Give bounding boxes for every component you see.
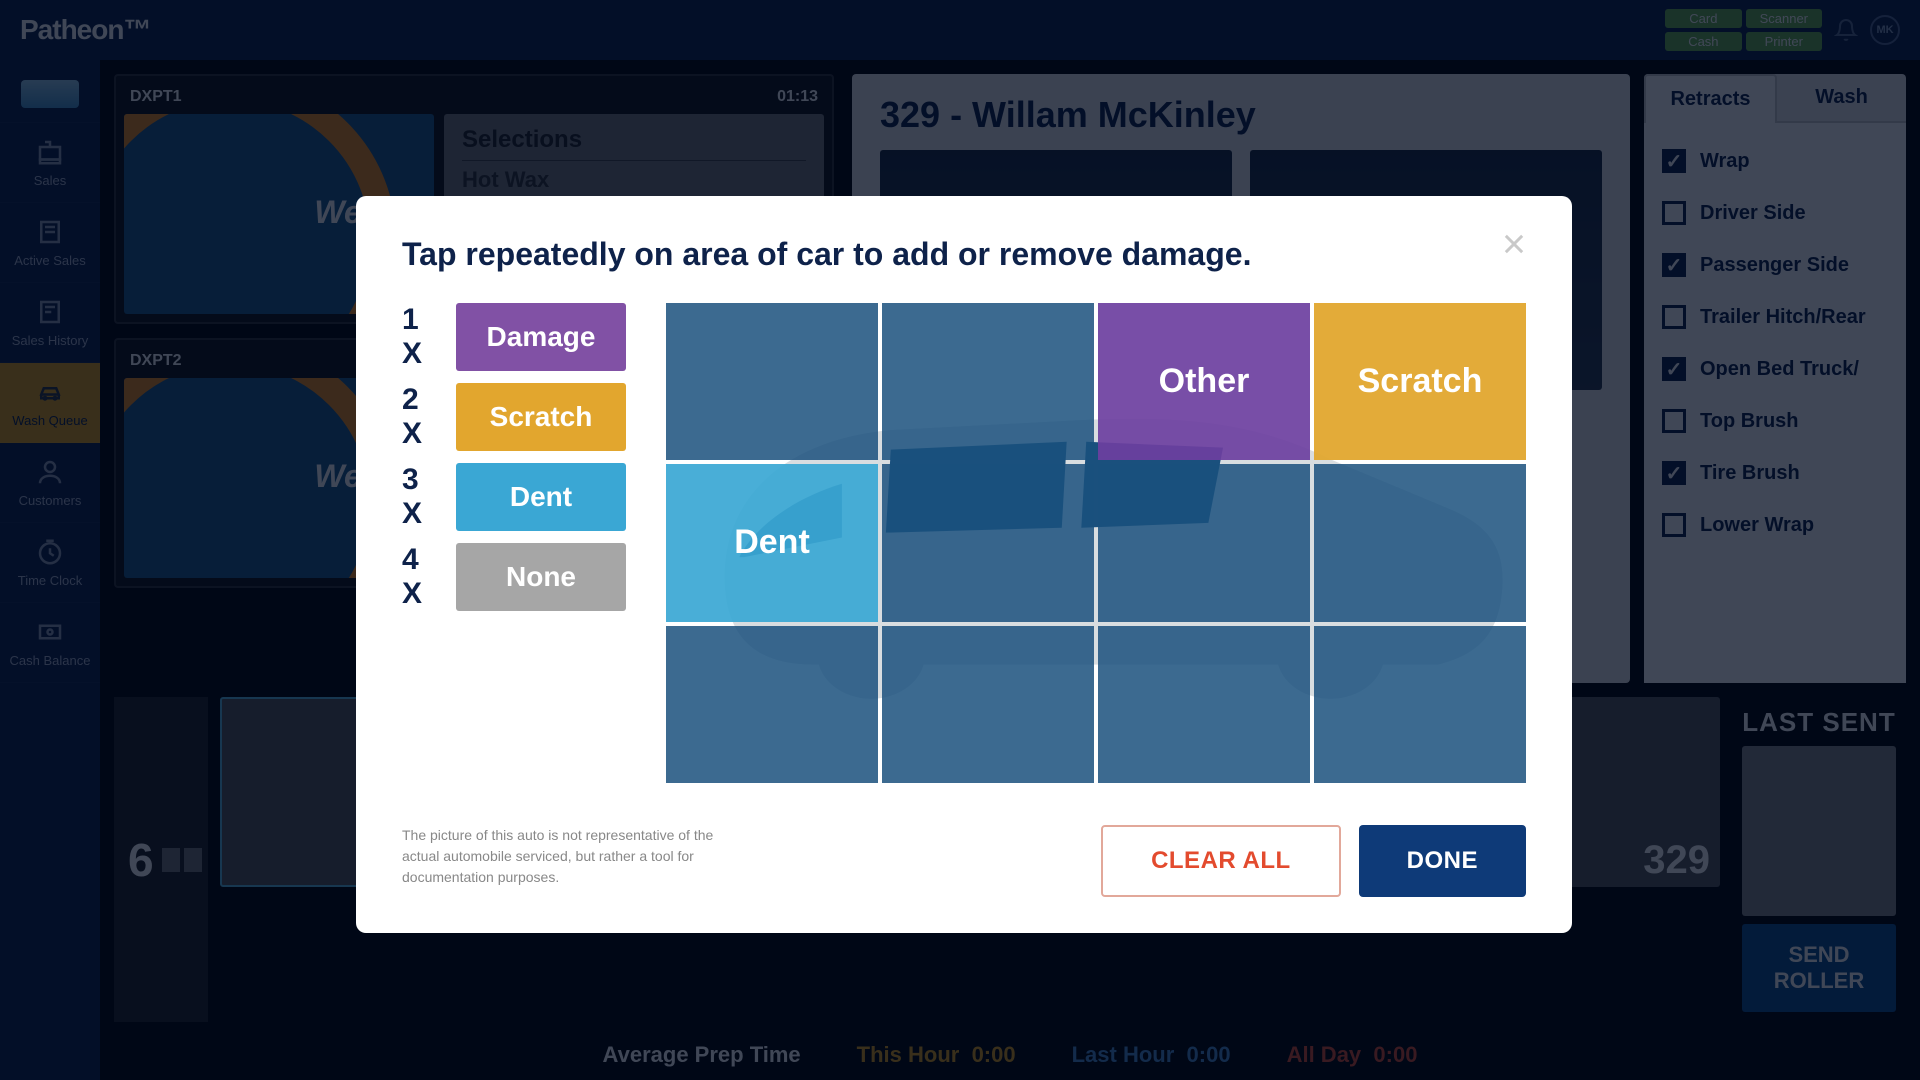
damage-cell[interactable] (882, 626, 1094, 783)
modal-footer: The picture of this auto is not represen… (402, 825, 1526, 897)
damage-cell[interactable] (882, 464, 1094, 621)
damage-cell[interactable]: Dent (666, 464, 878, 621)
damage-cell[interactable]: Scratch (1314, 303, 1526, 460)
damage-cell[interactable] (1098, 464, 1310, 621)
damage-cell[interactable] (1314, 464, 1526, 621)
damage-cell[interactable]: Other (1098, 303, 1310, 460)
legend-chip: None (456, 543, 626, 611)
damage-cell[interactable] (1314, 626, 1526, 783)
disclaimer: The picture of this auto is not represen… (402, 825, 732, 888)
damage-cell[interactable] (666, 626, 878, 783)
damage-cell[interactable] (1098, 626, 1310, 783)
done-button[interactable]: DONE (1359, 825, 1526, 897)
legend-row: 1 X Damage (402, 303, 626, 371)
damage-legend: 1 X Damage 2 X Scratch 3 X Dent 4 X None (402, 303, 626, 783)
damage-cell[interactable] (882, 303, 1094, 460)
legend-count: 1 X (402, 303, 446, 371)
modal-body: 1 X Damage 2 X Scratch 3 X Dent 4 X None (402, 303, 1526, 783)
legend-count: 2 X (402, 383, 446, 451)
legend-row: 3 X Dent (402, 463, 626, 531)
legend-chip: Scratch (456, 383, 626, 451)
clear-all-button[interactable]: CLEAR ALL (1101, 825, 1341, 897)
legend-chip: Dent (456, 463, 626, 531)
legend-row: 2 X Scratch (402, 383, 626, 451)
modal-title: Tap repeatedly on area of car to add or … (402, 236, 1526, 273)
damage-grid: OtherScratch Dent (666, 303, 1526, 783)
legend-count: 4 X (402, 543, 446, 611)
damage-modal: Tap repeatedly on area of car to add or … (356, 196, 1572, 933)
damage-cell[interactable] (666, 303, 878, 460)
close-icon[interactable] (1500, 230, 1528, 258)
legend-chip: Damage (456, 303, 626, 371)
legend-count: 3 X (402, 463, 446, 531)
legend-row: 4 X None (402, 543, 626, 611)
car-grid-wrap: OtherScratch Dent (666, 303, 1526, 783)
